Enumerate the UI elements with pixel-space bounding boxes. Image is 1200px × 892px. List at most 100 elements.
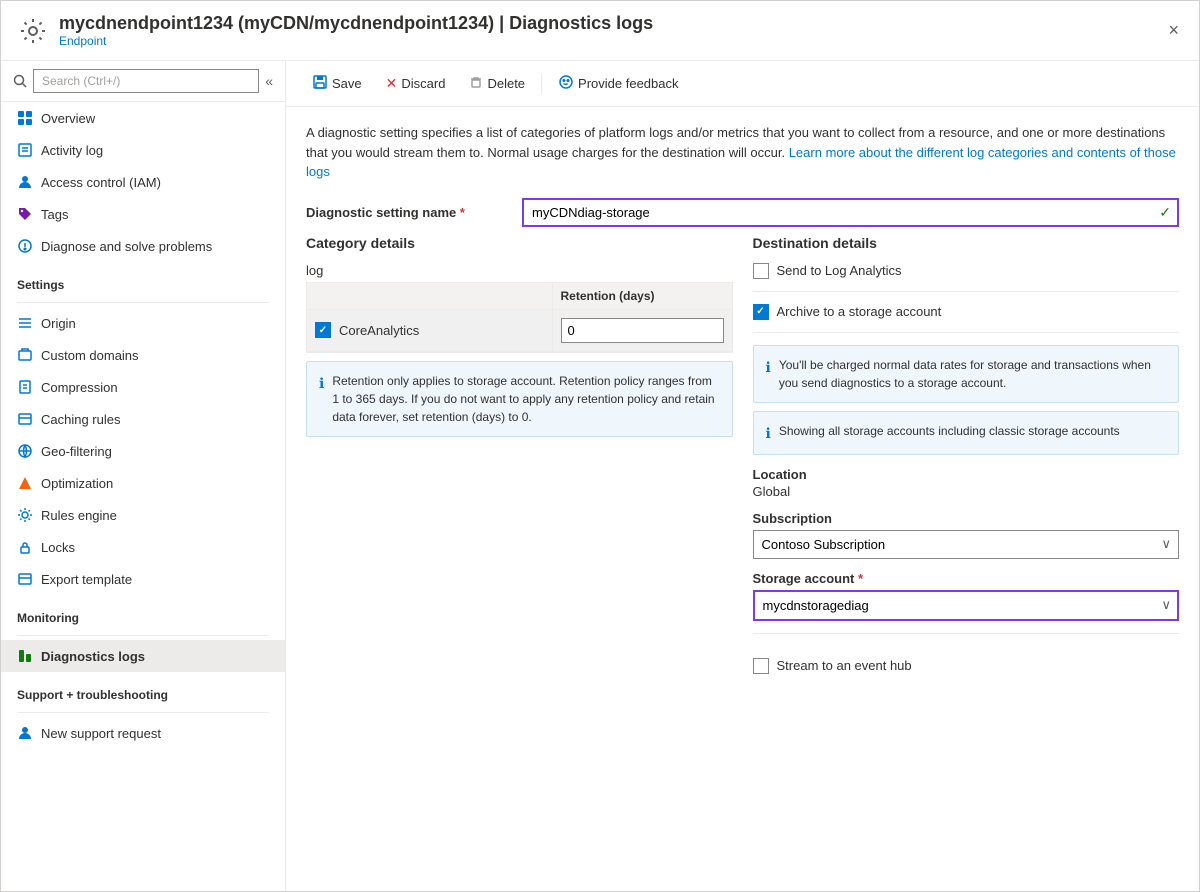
stream-row: Stream to an event hub: [753, 658, 1180, 674]
discard-button[interactable]: ✕ Discard: [376, 70, 456, 97]
subscription-dropdown[interactable]: Contoso Subscription: [753, 530, 1180, 559]
charge-info-icon: ℹ: [766, 357, 771, 392]
setting-name-input[interactable]: [522, 198, 1179, 227]
sidebar-item-label: Geo-filtering: [41, 444, 112, 459]
rules-engine-icon: [17, 507, 33, 523]
sidebar-item-label: Origin: [41, 316, 76, 331]
description-main: A diagnostic setting specifies a list of…: [306, 123, 1179, 182]
core-analytics-checkbox[interactable]: ✓: [315, 322, 331, 338]
sidebar-item-locks[interactable]: Locks: [1, 531, 285, 563]
geo-filtering-icon: [17, 443, 33, 459]
storage-info-icon: ℹ: [766, 423, 771, 444]
log-analytics-row: Send to Log Analytics: [753, 263, 1180, 279]
log-row-name: ✓ CoreAnalytics: [307, 314, 552, 346]
sidebar-item-caching-rules[interactable]: Caching rules: [1, 403, 285, 435]
monitoring-divider: [17, 635, 269, 636]
stream-label: Stream to an event hub: [777, 658, 912, 673]
sidebar-item-label: New support request: [41, 726, 161, 741]
sidebar-item-label: Rules engine: [41, 508, 117, 523]
archive-checkbox[interactable]: ✓: [753, 304, 769, 320]
search-icon: [13, 74, 27, 88]
locks-icon: [17, 539, 33, 555]
sidebar-item-label: Activity log: [41, 143, 103, 158]
checkmark: ✓: [319, 325, 327, 336]
destination-details-title: Destination details: [753, 235, 1180, 251]
feedback-button[interactable]: Provide feedback: [548, 69, 688, 98]
sidebar-item-label: Access control (IAM): [41, 175, 161, 190]
sidebar-item-tags[interactable]: Tags: [1, 198, 285, 230]
info-icon: ℹ: [319, 373, 324, 426]
export-template-icon: [17, 571, 33, 587]
optimization-icon: [17, 475, 33, 491]
save-label: Save: [332, 76, 362, 91]
compression-icon: [17, 379, 33, 395]
category-details-title: Category details: [306, 235, 733, 251]
sidebar-item-label: Optimization: [41, 476, 113, 491]
content-area: Save ✕ Discard Delete Provi: [286, 61, 1199, 891]
settings-icon: [17, 15, 49, 47]
sidebar-item-activity-log[interactable]: Activity log: [1, 134, 285, 166]
retention-info-box: ℹ Retention only applies to storage acco…: [306, 361, 733, 437]
storage-accounts-info-text: Showing all storage accounts including c…: [779, 422, 1120, 444]
log-col-name-header: [307, 283, 552, 309]
setting-name-row: Diagnostic setting name * ✓: [306, 198, 1179, 227]
diagnostics-logs-icon: [17, 648, 33, 664]
log-analytics-label: Send to Log Analytics: [777, 263, 902, 278]
log-analytics-checkbox[interactable]: [753, 263, 769, 279]
monitoring-section-label: Monitoring: [1, 595, 285, 631]
sidebar-item-label: Custom domains: [41, 348, 139, 363]
required-star: *: [460, 205, 465, 220]
close-button[interactable]: ×: [1164, 16, 1183, 45]
overview-icon: [17, 110, 33, 126]
storage-account-dropdown-wrapper: mycdnstoragediag ∨: [753, 590, 1180, 621]
collapse-button[interactable]: «: [265, 73, 273, 89]
diagnose-icon: [17, 238, 33, 254]
search-input[interactable]: [33, 69, 259, 93]
sidebar-item-geo-filtering[interactable]: Geo-filtering: [1, 435, 285, 467]
delete-label: Delete: [487, 76, 525, 91]
toolbar: Save ✕ Discard Delete Provi: [286, 61, 1199, 107]
sidebar-item-rules-engine[interactable]: Rules engine: [1, 499, 285, 531]
subscription-dropdown-wrapper: Contoso Subscription ∨: [753, 530, 1180, 559]
sidebar-item-origin[interactable]: Origin: [1, 307, 285, 339]
caching-rules-icon: [17, 411, 33, 427]
valid-icon: ✓: [1159, 204, 1171, 221]
feedback-icon: [558, 74, 574, 93]
sidebar-item-diagnose[interactable]: Diagnose and solve problems: [1, 230, 285, 262]
log-section-label: log: [306, 263, 733, 278]
log-section: log Retention (days) ✓: [306, 263, 733, 353]
subscription-section: Subscription Contoso Subscription ∨: [753, 511, 1180, 559]
origin-icon: [17, 315, 33, 331]
sidebar-item-iam[interactable]: Access control (IAM): [1, 166, 285, 198]
table-row: ✓ CoreAnalytics: [307, 310, 732, 352]
retention-cell: [552, 310, 732, 351]
log-table: Retention (days) ✓ CoreAnalytics: [306, 282, 733, 353]
sidebar-item-diagnostics-logs[interactable]: Diagnostics logs: [1, 640, 285, 672]
sidebar-item-custom-domains[interactable]: Custom domains: [1, 339, 285, 371]
support-divider: [17, 712, 269, 713]
page-subtitle: Endpoint: [59, 34, 653, 48]
save-icon: [312, 74, 328, 93]
settings-divider: [17, 302, 269, 303]
activity-log-icon: [17, 142, 33, 158]
sidebar-item-overview[interactable]: Overview: [1, 102, 285, 134]
retention-col-header: Retention (days): [552, 283, 732, 309]
storage-account-dropdown[interactable]: mycdnstoragediag: [753, 590, 1180, 621]
retention-input[interactable]: [561, 318, 724, 343]
setting-name-input-wrapper: ✓: [522, 198, 1179, 227]
delete-button[interactable]: Delete: [459, 70, 535, 97]
sidebar-item-export-template[interactable]: Export template: [1, 563, 285, 595]
tags-icon: [17, 206, 33, 222]
retention-info-text: Retention only applies to storage accoun…: [332, 372, 719, 426]
sidebar-item-optimization[interactable]: Optimization: [1, 467, 285, 499]
sidebar-item-label: Diagnostics logs: [41, 649, 145, 664]
sidebar: « Overview Activity log Access control (…: [1, 61, 286, 891]
sidebar-item-new-support-request[interactable]: New support request: [1, 717, 285, 749]
sidebar-item-label: Export template: [41, 572, 132, 587]
toolbar-separator: [541, 74, 542, 94]
form-content: A diagnostic setting specifies a list of…: [286, 107, 1199, 891]
sidebar-item-label: Tags: [41, 207, 68, 222]
stream-checkbox[interactable]: [753, 658, 769, 674]
save-button[interactable]: Save: [302, 69, 372, 98]
sidebar-item-compression[interactable]: Compression: [1, 371, 285, 403]
